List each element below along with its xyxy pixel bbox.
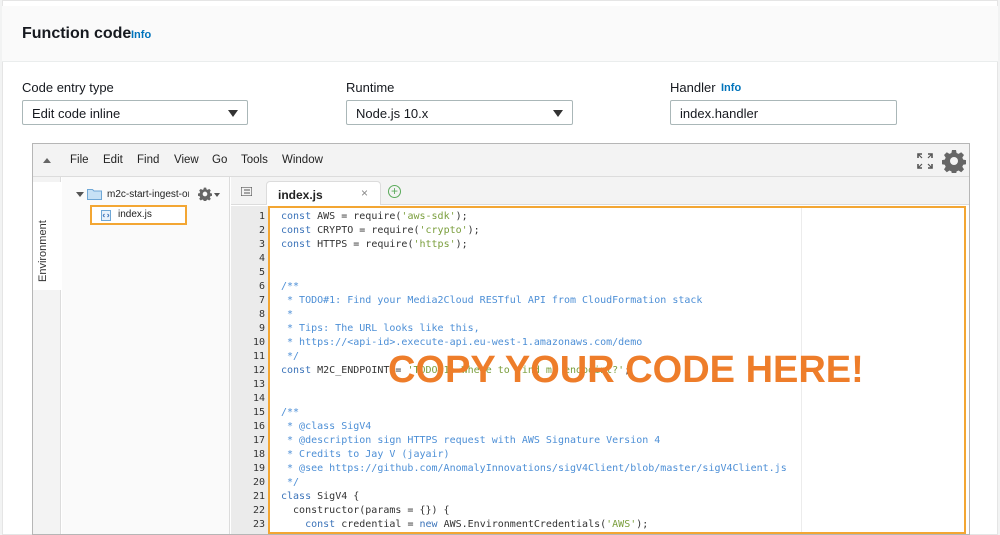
- line-number: 1: [258, 211, 265, 222]
- info-link[interactable]: Info: [131, 29, 151, 41]
- tree-toggle-icon[interactable]: [76, 192, 84, 197]
- file-name: index.js: [118, 209, 152, 220]
- menu-view[interactable]: View: [174, 154, 199, 166]
- ide-menubar: File Edit Find View Go Tools Window: [33, 144, 969, 177]
- gear-icon[interactable]: [942, 149, 966, 173]
- line-number: 20: [252, 477, 265, 488]
- line-number: 7: [258, 295, 265, 306]
- add-tab-icon[interactable]: +: [388, 185, 401, 198]
- line-number: 16: [252, 421, 265, 432]
- handler-input[interactable]: index.handler: [670, 100, 897, 125]
- close-icon[interactable]: ×: [361, 186, 368, 200]
- collapse-icon[interactable]: [43, 158, 51, 163]
- line-number: 15: [252, 407, 265, 418]
- code-entry-label: Code entry type: [22, 80, 114, 95]
- line-number: 19: [252, 463, 265, 474]
- tab-label: index.js: [278, 188, 323, 202]
- fullscreen-icon[interactable]: [917, 153, 933, 169]
- menu-edit[interactable]: Edit: [103, 154, 123, 166]
- line-number: 22: [252, 505, 265, 516]
- line-number: 8: [258, 309, 265, 320]
- line-number: 10: [252, 337, 265, 348]
- environment-tab[interactable]: Environment: [33, 182, 61, 290]
- file-item-index-js[interactable]: index.js: [90, 205, 187, 225]
- chevron-down-icon[interactable]: [214, 193, 220, 197]
- line-number: 13: [252, 379, 265, 390]
- tab-list-icon[interactable]: [241, 187, 252, 196]
- line-number: 3: [258, 239, 265, 250]
- menu-window[interactable]: Window: [282, 154, 323, 166]
- line-number: 17: [252, 435, 265, 446]
- chevron-down-icon: [553, 110, 563, 117]
- menu-go[interactable]: Go: [212, 154, 227, 166]
- overlay-instruction: COPY YOUR CODE HERE!: [388, 349, 864, 391]
- file-icon: [101, 210, 111, 221]
- page-title: Function code: [22, 25, 132, 42]
- folder-name[interactable]: m2c-start-ingest-on: [107, 189, 189, 200]
- menu-file[interactable]: File: [70, 154, 89, 166]
- line-number: 23: [252, 519, 265, 530]
- menu-find[interactable]: Find: [137, 154, 159, 166]
- environment-label: Environment: [37, 220, 49, 282]
- runtime-select[interactable]: Node.js 10.x: [346, 100, 573, 125]
- chevron-down-icon: [228, 110, 238, 117]
- line-number: 9: [258, 323, 265, 334]
- line-number: 4: [258, 253, 265, 264]
- line-number: 6: [258, 281, 265, 292]
- environment-sidebar: Environment: [33, 177, 61, 534]
- folder-icon: [87, 189, 102, 200]
- handler-value: index.handler: [680, 106, 759, 121]
- line-gutter: 1 2 3 4 5 6 7 8 9 10 11 12 13 14 15 16 17 18 19 20 21 22 23: [231, 206, 268, 534]
- line-number: 18: [252, 449, 265, 460]
- line-number: 2: [258, 225, 265, 236]
- runtime-label: Runtime: [346, 80, 395, 95]
- line-number: 5: [258, 267, 265, 278]
- tab-index-js[interactable]: index.js ×: [266, 181, 381, 205]
- menu-tools[interactable]: Tools: [241, 154, 268, 166]
- line-number: 14: [252, 393, 265, 404]
- line-number: 11: [252, 351, 265, 362]
- line-number: 12: [252, 365, 265, 376]
- editor-tabbar: index.js × +: [231, 177, 969, 205]
- code-entry-value: Edit code inline: [32, 106, 121, 121]
- file-tree: m2c-start-ingest-on index.js: [62, 177, 230, 534]
- gear-icon[interactable]: [198, 187, 212, 201]
- code-editor-ide: File Edit Find View Go Tools Window Envi…: [32, 143, 970, 535]
- runtime-value: Node.js 10.x: [356, 106, 429, 121]
- panel-header: Function code Info: [2, 6, 998, 62]
- line-number: 21: [252, 491, 265, 502]
- code-entry-select[interactable]: Edit code inline: [22, 100, 248, 125]
- handler-info-link[interactable]: Info: [721, 82, 741, 94]
- handler-label: Handler: [670, 80, 716, 95]
